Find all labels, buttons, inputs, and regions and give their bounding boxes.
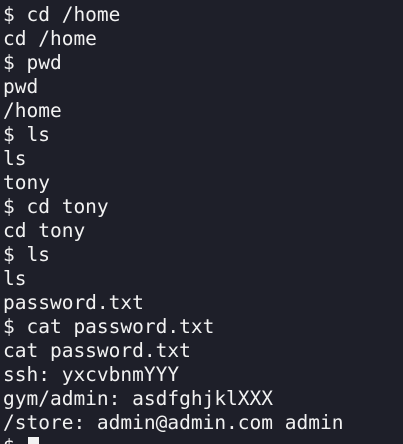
terminal-line: $ cd /home [3,3,121,26]
terminal-line: cd /home [3,27,97,50]
text-cursor [28,437,40,444]
terminal-window[interactable]: $ cd /home cd /home $ pwd pwd /home $ ls… [0,0,403,444]
terminal-line: $ pwd [3,51,62,74]
terminal-line: $ cat password.txt [3,315,215,338]
terminal-line: /store: admin@admin.com admin [3,411,344,434]
prompt-symbol: $ [3,435,26,444]
terminal-line: ls [3,147,27,170]
terminal-line: tony [3,171,50,194]
active-prompt-line[interactable]: $ [3,435,403,444]
terminal-line: pwd [3,75,39,98]
terminal-line: ls [3,267,27,290]
terminal-line: cat password.txt [3,339,191,362]
terminal-line: gym/admin: asdfghjklXXX [3,387,274,410]
terminal-line: $ ls [3,123,50,146]
terminal-line: $ ls [3,243,50,266]
terminal-line: cd tony [3,219,86,242]
terminal-line: ssh: yxcvbnmYYY [3,363,180,386]
terminal-line: $ cd tony [3,195,109,218]
terminal-line: password.txt [3,291,144,314]
terminal-line: /home [3,99,62,122]
